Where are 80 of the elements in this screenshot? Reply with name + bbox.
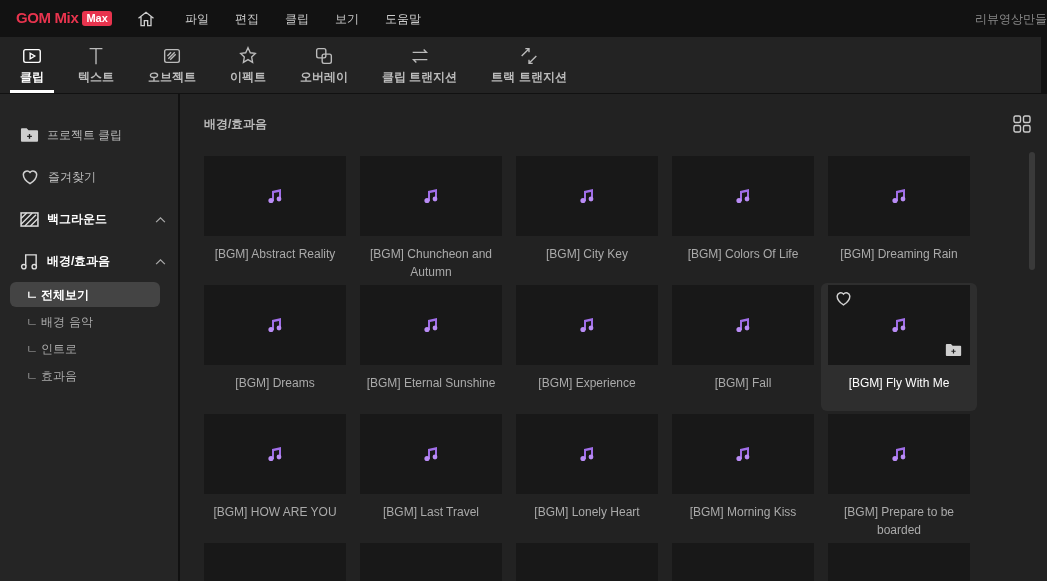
clip-card[interactable]: [BGM] Abstract Reality <box>197 154 353 282</box>
clip-title: [BGM] Lonely Heart <box>533 504 641 521</box>
clip-title: [BGM] Prepare to be boarded <box>842 504 956 539</box>
music-note-icon <box>735 188 751 204</box>
clip-title: [BGM] City Key <box>545 246 629 263</box>
tab[interactable]: 이펙트 <box>220 41 276 93</box>
sidebar-subitem[interactable]: ㄴ 배경 음악 <box>10 309 160 334</box>
clip-card[interactable]: [BGM] Chuncheon and Autumn <box>353 154 509 282</box>
edition-tag: Max <box>82 11 112 26</box>
tab[interactable]: 클립 트랜지션 <box>372 41 468 93</box>
sidebar-item[interactable]: 배경/효과음 <box>47 252 111 270</box>
section-title: 배경/효과음 <box>204 116 268 133</box>
sidebar-item[interactable]: 백그라운드 <box>47 210 107 228</box>
clip-card[interactable]: [BGM] Fly With Me <box>821 283 977 411</box>
heart-icon[interactable] <box>20 167 40 187</box>
clip-card[interactable]: [BGM] Fall <box>665 283 821 411</box>
sidebar-subitem[interactable]: ㄴ 인트로 <box>10 336 160 361</box>
clip-title: [BGM] Abstract Reality <box>213 246 337 263</box>
music-note-icon <box>267 188 283 204</box>
music-note-icon <box>423 317 439 333</box>
folder-add-icon[interactable] <box>945 343 962 357</box>
chevron-up-icon[interactable] <box>155 257 166 265</box>
clip-card[interactable]: [BGM] Prepare to be boarded <box>821 412 977 540</box>
clip-card[interactable]: [BGM] Dreams <box>197 283 353 411</box>
clip-card[interactable]: [BGM] Morning Kiss <box>665 412 821 540</box>
project-name: 리뷰영상만들 <box>975 10 1047 28</box>
sidebar-item[interactable]: 프로젝트 클립 <box>47 126 123 144</box>
tab[interactable]: 오버레이 <box>290 41 358 93</box>
sidebar-subitem[interactable]: ㄴ 전체보기 <box>10 282 160 307</box>
heart-icon[interactable] <box>834 289 853 308</box>
clip-card[interactable]: [BGM] Experience <box>509 283 665 411</box>
clip-title: [BGM] Last Travel <box>382 504 480 521</box>
clip-title: [BGM] Dreams <box>234 375 316 392</box>
sidebar-item[interactable]: 즐겨찾기 <box>48 168 96 186</box>
clip-title: [BGM] Morning Kiss <box>688 504 798 521</box>
music-note-icon <box>579 188 595 204</box>
scrollbar[interactable] <box>1029 152 1035 270</box>
grid-view-icon[interactable] <box>1013 115 1031 133</box>
clip-card[interactable]: [BGM] Last Travel <box>353 412 509 540</box>
music-note-icon <box>891 446 907 462</box>
clip-title: [BGM] Eternal Sunshine <box>365 375 497 392</box>
clip-title: [BGM] Dreaming Rain <box>839 246 959 263</box>
tab[interactable]: 오브젝트 <box>138 41 206 93</box>
music-note-icon <box>423 188 439 204</box>
music-note-icon <box>891 317 907 333</box>
music-note-icon <box>735 446 751 462</box>
clip-title: [BGM] Experience <box>537 375 637 392</box>
music-note-icon <box>579 317 595 333</box>
folder-add-icon[interactable] <box>20 127 39 143</box>
clip-title: [BGM] Chuncheon and Autumn <box>368 246 494 281</box>
sidebar-subitem[interactable]: ㄴ 효과음 <box>10 363 160 388</box>
music-note-icon <box>891 188 907 204</box>
hatched-square-icon <box>20 211 39 227</box>
clip-title: [BGM] HOW ARE YOU <box>212 504 338 521</box>
menu-item[interactable]: 편집 <box>221 9 272 28</box>
clip-title: [BGM] Fall <box>713 375 773 392</box>
music-note-icon <box>579 446 595 462</box>
clip-card[interactable]: [BGM] HOW ARE YOU <box>197 412 353 540</box>
diagonal-arrows-icon <box>518 45 540 67</box>
clip-title: [BGM] Fly With Me <box>847 375 951 392</box>
app-logo: GOM Mix <box>16 8 79 29</box>
clip-card[interactable]: [BGM] Lonely Heart <box>509 412 665 540</box>
tab[interactable]: 텍스트 <box>68 41 124 93</box>
music-note-icon <box>423 446 439 462</box>
menu-item[interactable]: 보기 <box>321 9 372 28</box>
clip-card[interactable]: [BGM] Dreaming Rain <box>821 154 977 282</box>
music-note-icon <box>735 317 751 333</box>
tab[interactable]: 트랙 트랜지션 <box>481 41 577 93</box>
music-note-icon <box>20 251 39 271</box>
chevron-up-icon[interactable] <box>155 215 166 223</box>
menu-item[interactable]: 파일 <box>171 9 222 28</box>
clip-card[interactable]: [BGM] Colors Of Life <box>665 154 821 282</box>
clip-card[interactable]: [BGM] City Key <box>509 154 665 282</box>
overlay-icon <box>313 45 335 67</box>
music-note-icon <box>267 446 283 462</box>
music-note-icon <box>267 317 283 333</box>
clip-title: [BGM] Colors Of Life <box>686 246 800 263</box>
menu-item[interactable]: 도움말 <box>371 9 434 28</box>
menu-item[interactable]: 클립 <box>271 9 322 28</box>
clip-card[interactable]: [BGM] Eternal Sunshine <box>353 283 509 411</box>
